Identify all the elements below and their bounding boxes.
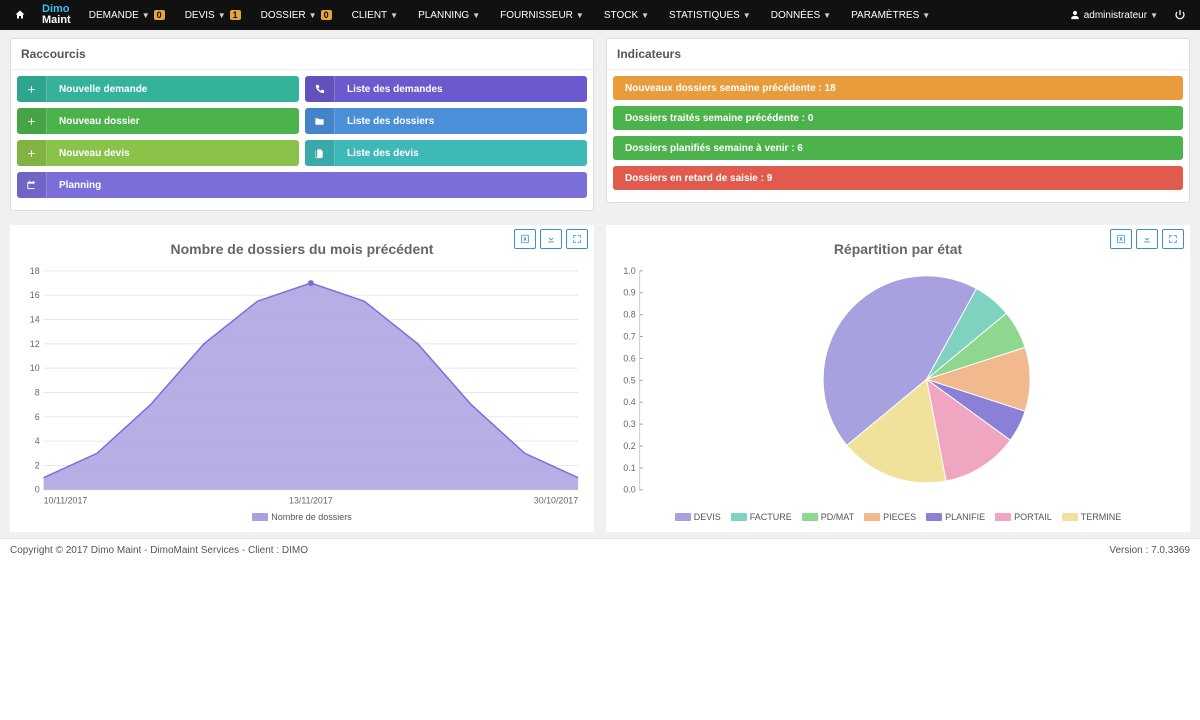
svg-text:0.1: 0.1 <box>623 463 635 473</box>
nav-item[interactable]: PARAMÈTRES▼ <box>841 0 940 30</box>
shortcut-button[interactable]: Nouveau devis <box>17 140 299 166</box>
export-excel-icon[interactable] <box>514 229 536 249</box>
pie-chart-title: Répartition par état <box>612 229 1184 261</box>
svg-text:0.3: 0.3 <box>623 419 635 429</box>
svg-text:6: 6 <box>35 412 40 422</box>
area-chart-panel: Nombre de dossiers du mois précédent 0 2 4… <box>10 225 594 532</box>
svg-text:12: 12 <box>30 339 40 349</box>
nav-item[interactable]: CLIENT▼ <box>342 0 408 30</box>
shortcut-button[interactable]: Liste des dossiers <box>305 108 587 134</box>
svg-text:0.0: 0.0 <box>623 485 635 495</box>
user-menu[interactable]: administrateur ▼ <box>1062 10 1166 21</box>
export-excel-icon[interactable] <box>1110 229 1132 249</box>
footer-copyright: Copyright © 2017 Dimo Maint - DimoMaint … <box>10 545 308 556</box>
footer: Copyright © 2017 Dimo Maint - DimoMaint … <box>0 538 1200 562</box>
nav-item[interactable]: DEVIS▼1 <box>175 0 251 30</box>
nav-item[interactable]: STATISTIQUES▼ <box>659 0 761 30</box>
pie-chart-panel: Répartition par état 0.00.10.20.30.40.50… <box>606 225 1190 532</box>
svg-text:13/11/2017: 13/11/2017 <box>289 496 333 506</box>
shortcut-button[interactable]: Liste des devis <box>305 140 587 166</box>
svg-text:16: 16 <box>30 290 40 300</box>
download-icon[interactable] <box>1136 229 1158 249</box>
docs-icon <box>305 140 335 166</box>
+-icon <box>17 76 47 102</box>
svg-text:0.6: 0.6 <box>623 353 635 363</box>
shortcut-button[interactable]: Planning <box>17 172 587 198</box>
svg-text:14: 14 <box>30 314 40 324</box>
nav-item[interactable]: FOURNISSEUR▼ <box>490 0 594 30</box>
nav-item[interactable]: DOSSIER▼0 <box>251 0 342 30</box>
svg-text:0.5: 0.5 <box>623 375 635 385</box>
user-name: administrateur <box>1084 10 1147 21</box>
shortcuts-title: Raccourcis <box>11 39 593 70</box>
nav-item[interactable]: STOCK▼ <box>594 0 659 30</box>
calendar-icon <box>17 172 47 198</box>
top-navbar: DimoMaint DEMANDE▼0DEVIS▼1DOSSIER▼0CLIEN… <box>0 0 1200 30</box>
svg-text:1.0: 1.0 <box>623 266 635 276</box>
pie-chart: 0.0 0.1 0.2 0.3 0.4 0.5 0.6 0.7 0.8 0.9 1.0 <box>612 261 1184 508</box>
logout-icon[interactable] <box>1166 9 1194 21</box>
indicators-panel: Indicateurs Nouveaux dossiers semaine pr… <box>606 38 1190 203</box>
svg-text:0.2: 0.2 <box>623 441 635 451</box>
download-icon[interactable] <box>540 229 562 249</box>
svg-text:10/11/2017: 10/11/2017 <box>44 496 88 506</box>
+-icon <box>17 140 47 166</box>
+-icon <box>17 108 47 134</box>
svg-text:0.9: 0.9 <box>623 288 635 298</box>
svg-text:0.7: 0.7 <box>623 332 635 342</box>
nav-item[interactable]: DONNÉES▼ <box>761 0 841 30</box>
shortcut-button[interactable]: Nouvelle demande <box>17 76 299 102</box>
svg-text:0: 0 <box>35 485 40 495</box>
svg-text:10: 10 <box>30 363 40 373</box>
svg-text:8: 8 <box>35 387 40 397</box>
svg-text:4: 4 <box>35 436 40 446</box>
fullscreen-icon[interactable] <box>1162 229 1184 249</box>
footer-version: Version : 7.0.3369 <box>1109 545 1190 556</box>
area-chart-title: Nombre de dossiers du mois précédent <box>16 229 588 261</box>
folder-icon <box>305 108 335 134</box>
fullscreen-icon[interactable] <box>566 229 588 249</box>
nav-item[interactable]: DEMANDE▼0 <box>79 0 175 30</box>
indicators-title: Indicateurs <box>607 39 1189 70</box>
indicator-bar[interactable]: Dossiers planifiés semaine à venir : 6 <box>613 136 1183 160</box>
svg-text:2: 2 <box>35 460 40 470</box>
phone-icon <box>305 76 335 102</box>
svg-text:18: 18 <box>30 266 40 276</box>
svg-text:0.4: 0.4 <box>623 397 635 407</box>
indicator-bar[interactable]: Dossiers traités semaine précédente : 0 <box>613 106 1183 130</box>
shortcut-button[interactable]: Nouveau dossier <box>17 108 299 134</box>
svg-text:0.8: 0.8 <box>623 310 635 320</box>
nav-menu: DEMANDE▼0DEVIS▼1DOSSIER▼0CLIENT▼PLANNING… <box>79 0 940 30</box>
indicator-bar[interactable]: Dossiers en retard de saisie : 9 <box>613 166 1183 190</box>
home-icon[interactable] <box>6 9 34 21</box>
shortcut-button[interactable]: Liste des demandes <box>305 76 587 102</box>
nav-item[interactable]: PLANNING▼ <box>408 0 490 30</box>
area-chart: 0 2 4 6 8 10 12 14 16 18 10/11/2017 13/11/2017 30/10… <box>16 261 588 508</box>
brand-logo[interactable]: DimoMaint <box>34 4 79 26</box>
svg-text:30/10/2017: 30/10/2017 <box>534 496 578 506</box>
shortcuts-panel: Raccourcis Nouvelle demandeListe des dem… <box>10 38 594 211</box>
indicator-bar[interactable]: Nouveaux dossiers semaine précédente : 1… <box>613 76 1183 100</box>
